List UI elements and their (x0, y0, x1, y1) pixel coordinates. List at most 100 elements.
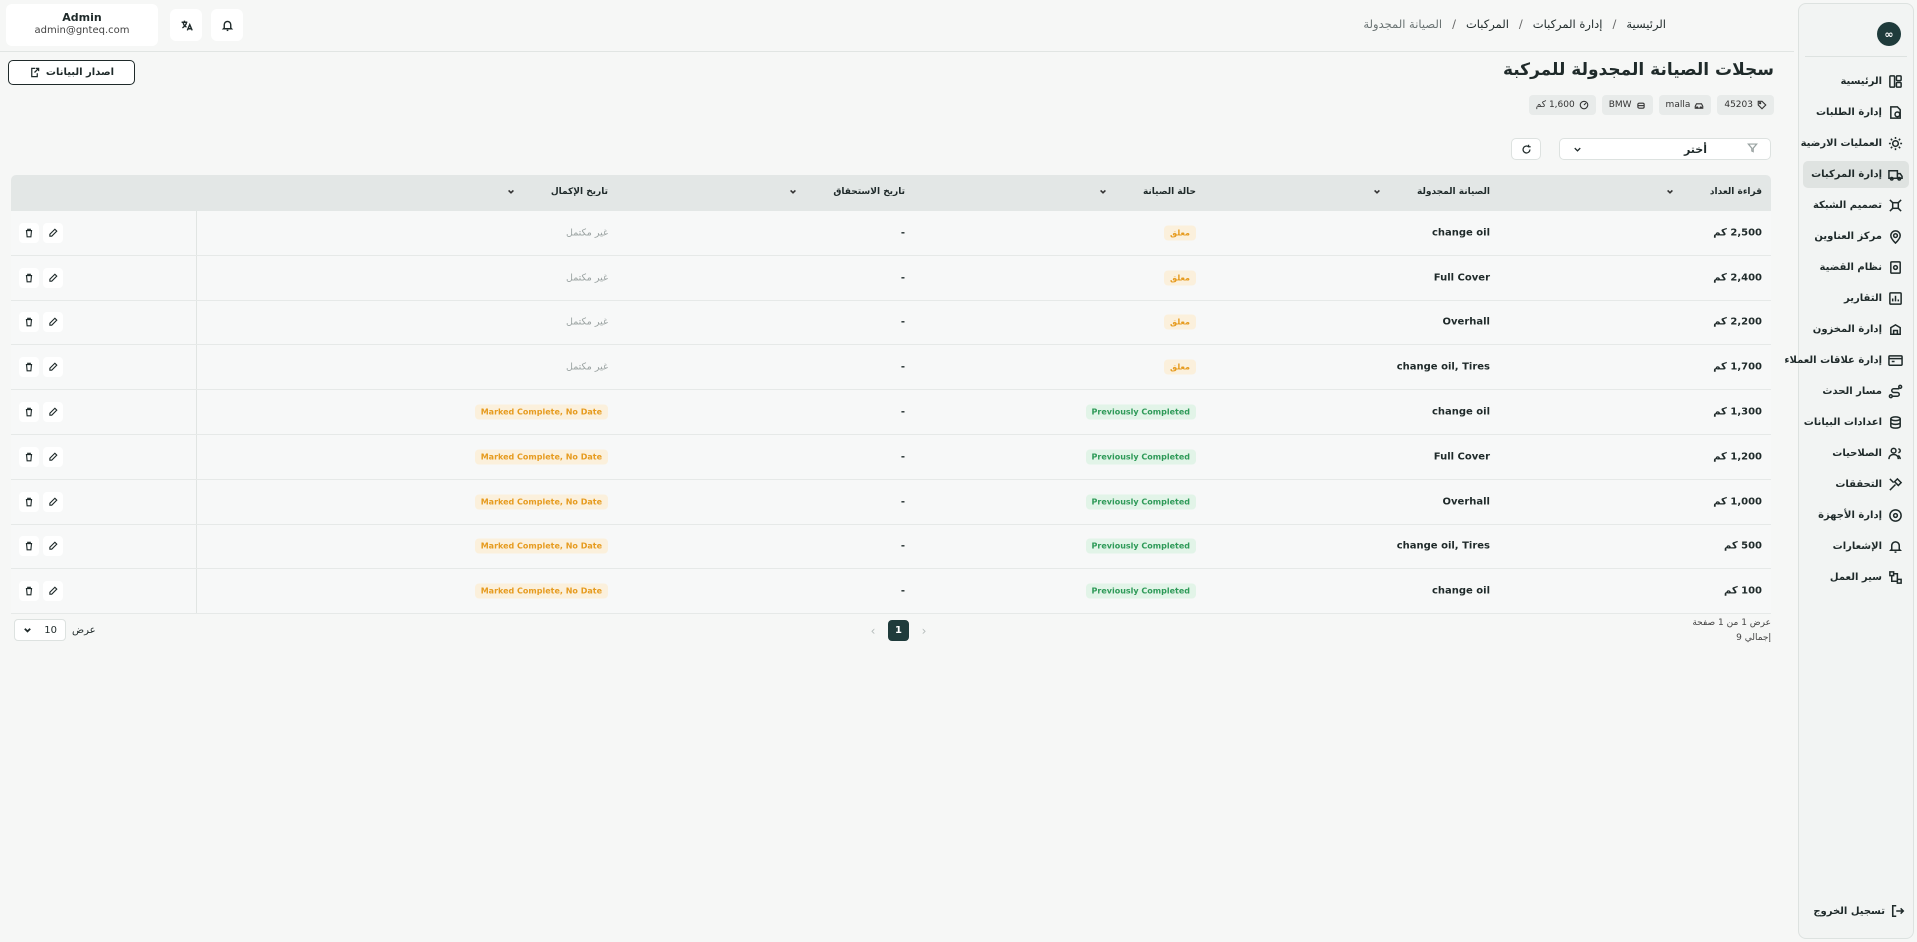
sidebar-item-label: إدارة علاقات العملاء (1784, 355, 1882, 366)
odometer-cell: 2,200 كم (1713, 316, 1762, 328)
edit-button[interactable] (43, 267, 63, 288)
completion-text: غير مكتمل (566, 361, 608, 373)
car-icon (1695, 103, 1704, 109)
refresh-button[interactable] (1511, 138, 1541, 160)
sidebar-item-workflow[interactable]: سير العمل (1803, 564, 1909, 591)
breadcrumb-separator: / (1518, 17, 1523, 31)
status-cell: معلق (1164, 225, 1196, 241)
delete-button[interactable] (19, 312, 39, 333)
edit-button[interactable] (43, 446, 63, 467)
sidebar-item-orders[interactable]: إدارة الطلبات (1803, 99, 1909, 126)
edit-button[interactable] (43, 536, 63, 557)
delete-button[interactable] (19, 222, 39, 243)
completion-cell: غير مكتمل (566, 362, 608, 373)
status-cell: Previously Completed (1085, 538, 1196, 554)
status-badge: معلق (1164, 359, 1196, 375)
maintenance-cell: change oil (1431, 406, 1490, 418)
sidebar-item-case[interactable]: نظام القضية (1803, 254, 1909, 281)
delete-button[interactable] (19, 581, 39, 602)
sidebar-item-label: تصميم الشبكة (1812, 200, 1882, 211)
language-button[interactable] (170, 9, 202, 41)
completion-cell: Marked Complete, No Date (474, 538, 608, 554)
sidebar-item-crm[interactable]: إدارة علاقات العملاء (1784, 347, 1909, 374)
sidebar-item-reports[interactable]: التقارير (1803, 285, 1909, 312)
page-number-button[interactable]: 1 (888, 620, 909, 641)
inventory-icon (1890, 323, 1901, 335)
trash-icon (25, 542, 33, 551)
app-logo[interactable]: ∞ (1877, 22, 1901, 46)
breadcrumb: الرئيسية / إدارة المركبات / المركبات / ا… (1363, 17, 1666, 31)
due-date-cell: - (900, 496, 905, 508)
orders-icon (1890, 106, 1901, 119)
edit-button[interactable] (43, 357, 63, 378)
filter-icon (1747, 143, 1758, 153)
page-size-select[interactable]: 10 (14, 619, 66, 641)
chip-brand: BMW (1601, 95, 1653, 115)
sort-icon (790, 189, 797, 194)
page-title: سجلات الصيانة المجدولة للمركبة (1502, 60, 1774, 80)
sidebar-item-vehicle[interactable]: إدارة المركبات (1803, 161, 1909, 188)
edit-button[interactable] (43, 402, 63, 423)
odometer-cell: 100 كم (1723, 585, 1762, 597)
sidebar-item-ground-ops[interactable]: العمليات الارضية (1801, 130, 1909, 157)
actions-divider (196, 211, 197, 255)
due-date-cell: - (900, 585, 905, 597)
sidebar-item-bell[interactable]: الإشعارات (1803, 533, 1909, 560)
row-actions (19, 222, 63, 243)
header-maintenance[interactable]: الصيانة المجدولة (1373, 187, 1490, 197)
sidebar-item-inventory[interactable]: إدارة المخزون (1803, 316, 1909, 343)
status-cell: معلق (1164, 314, 1196, 330)
sidebar-item-label: مسار الحدث (1822, 386, 1882, 397)
maintenance-cell: change oil, Tires (1396, 540, 1490, 552)
status-badge: معلق (1164, 314, 1196, 330)
delete-button[interactable] (19, 357, 39, 378)
edit-button[interactable] (43, 312, 63, 333)
completion-badge: Marked Complete, No Date (474, 404, 608, 420)
header-completion-date[interactable]: تاريخ الإكمال (507, 187, 608, 197)
edit-button[interactable] (43, 581, 63, 602)
delete-button[interactable] (19, 402, 39, 423)
chevron-down-icon (1574, 147, 1581, 152)
sidebar-item-tools[interactable]: التحققات (1803, 471, 1909, 498)
next-page-button[interactable]: › (917, 624, 931, 638)
sidebar-item-database[interactable]: اعدادات البيانات (1803, 409, 1909, 436)
chip-mileage: 1,600 كم (1528, 95, 1596, 115)
sidebar-item-users[interactable]: الصلاحيات (1803, 440, 1909, 467)
sidebar-item-route[interactable]: مسار الحدث (1803, 378, 1909, 405)
sort-icon (1099, 189, 1106, 194)
header-due-date[interactable]: تاريخ الاستحقاق (789, 187, 905, 197)
export-icon (31, 67, 40, 78)
sidebar-item-network[interactable]: تصميم الشبكة (1803, 192, 1909, 219)
completion-text: غير مكتمل (566, 227, 608, 239)
export-button[interactable]: اصدار البيانات (8, 60, 135, 85)
logout-button[interactable]: تسجيل الخروج (1813, 904, 1905, 918)
edit-button[interactable] (43, 222, 63, 243)
breadcrumb-vehicles[interactable]: المركبات (1466, 17, 1509, 31)
delete-button[interactable] (19, 536, 39, 557)
row-actions (19, 267, 63, 288)
filter-select[interactable]: أختر (1559, 138, 1771, 160)
tools-icon (1889, 477, 1903, 491)
delete-button[interactable] (19, 446, 39, 467)
prev-page-button[interactable]: ‹ (866, 624, 880, 638)
odometer-cell: 2,500 كم (1713, 227, 1762, 239)
user-card[interactable]: Admin admin@gnteq.com (6, 4, 158, 46)
delete-button[interactable] (19, 267, 39, 288)
breadcrumb-vehicle-management[interactable]: إدارة المركبات (1533, 17, 1603, 31)
sidebar-item-device[interactable]: إدارة الأجهزة (1803, 502, 1909, 529)
vehicle-chips: 45203 malla BMW 1,600 كم (1528, 95, 1774, 115)
maintenance-table: قراءة العداد الصيانة المجدولة حالة الصيا… (11, 175, 1771, 615)
odometer-cell: 2,400 كم (1713, 272, 1762, 284)
refresh-icon (1521, 144, 1531, 153)
table-header: قراءة العداد الصيانة المجدولة حالة الصيا… (11, 175, 1771, 211)
sidebar-item-dashboard[interactable]: الرئيسية (1803, 68, 1909, 95)
breadcrumb-home[interactable]: الرئيسية (1626, 17, 1666, 31)
sidebar-item-location[interactable]: مركز العناوين (1803, 223, 1909, 250)
delete-button[interactable] (19, 491, 39, 512)
header-odometer[interactable]: قراءة العداد (1666, 187, 1762, 197)
notifications-button[interactable] (211, 9, 243, 41)
sidebar-item-label: الصلاحيات (1832, 448, 1882, 459)
bell-icon (1889, 541, 1902, 553)
header-status[interactable]: حالة الصيانة (1099, 187, 1196, 197)
edit-button[interactable] (43, 491, 63, 512)
